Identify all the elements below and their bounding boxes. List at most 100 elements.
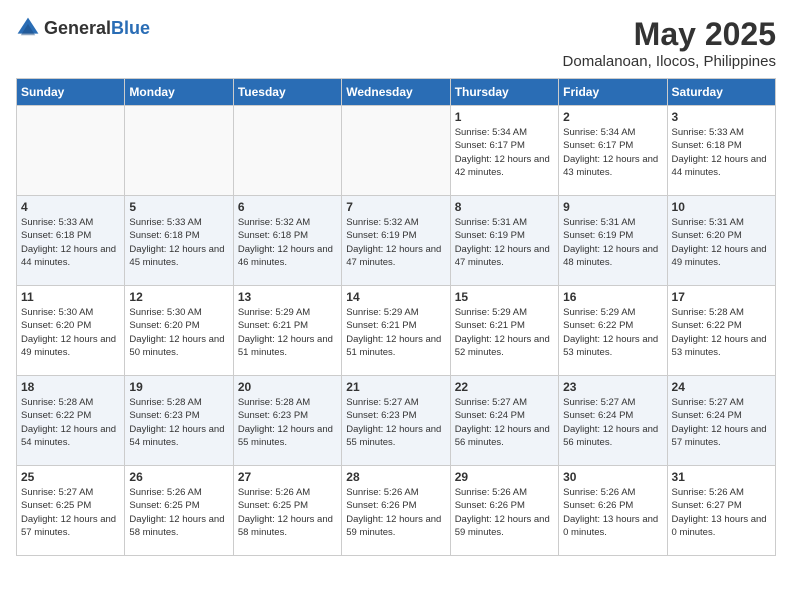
- calendar-cell: 30 Sunrise: 5:26 AM Sunset: 6:26 PM Dayli…: [559, 466, 667, 556]
- weekday-header-sunday: Sunday: [17, 79, 125, 106]
- day-number: 7: [346, 200, 445, 214]
- month-year-title: May 2025: [563, 16, 776, 53]
- calendar-cell: 9 Sunrise: 5:31 AM Sunset: 6:19 PM Daylig…: [559, 196, 667, 286]
- cell-info: Sunrise: 5:34 AM Sunset: 6:17 PM Dayligh…: [563, 126, 662, 179]
- cell-info: Sunrise: 5:33 AM Sunset: 6:18 PM Dayligh…: [21, 216, 120, 269]
- cell-info: Sunrise: 5:26 AM Sunset: 6:26 PM Dayligh…: [563, 486, 662, 539]
- day-number: 24: [672, 380, 771, 394]
- cell-info: Sunrise: 5:32 AM Sunset: 6:19 PM Dayligh…: [346, 216, 445, 269]
- cell-info: Sunrise: 5:28 AM Sunset: 6:23 PM Dayligh…: [238, 396, 337, 449]
- calendar-cell: 8 Sunrise: 5:31 AM Sunset: 6:19 PM Daylig…: [450, 196, 558, 286]
- cell-info: Sunrise: 5:28 AM Sunset: 6:22 PM Dayligh…: [672, 306, 771, 359]
- day-number: 28: [346, 470, 445, 484]
- calendar-cell: 15 Sunrise: 5:29 AM Sunset: 6:21 PM Dayli…: [450, 286, 558, 376]
- cell-info: Sunrise: 5:26 AM Sunset: 6:27 PM Dayligh…: [672, 486, 771, 539]
- cell-info: Sunrise: 5:31 AM Sunset: 6:20 PM Dayligh…: [672, 216, 771, 269]
- day-number: 19: [129, 380, 228, 394]
- calendar-cell: 27 Sunrise: 5:26 AM Sunset: 6:25 PM Dayli…: [233, 466, 341, 556]
- cell-info: Sunrise: 5:26 AM Sunset: 6:25 PM Dayligh…: [129, 486, 228, 539]
- cell-info: Sunrise: 5:27 AM Sunset: 6:24 PM Dayligh…: [455, 396, 554, 449]
- day-number: 1: [455, 110, 554, 124]
- cell-info: Sunrise: 5:29 AM Sunset: 6:22 PM Dayligh…: [563, 306, 662, 359]
- day-number: 30: [563, 470, 662, 484]
- weekday-header-wednesday: Wednesday: [342, 79, 450, 106]
- cell-info: Sunrise: 5:28 AM Sunset: 6:23 PM Dayligh…: [129, 396, 228, 449]
- calendar-table: SundayMondayTuesdayWednesdayThursdayFrid…: [16, 78, 776, 556]
- day-number: 12: [129, 290, 228, 304]
- calendar-cell: 25Sunrise: 5:27 AM Sunset: 6:25 PM Dayli…: [17, 466, 125, 556]
- calendar-cell: [233, 106, 341, 196]
- day-number: 21: [346, 380, 445, 394]
- logo-icon: [16, 16, 40, 40]
- calendar-cell: 22 Sunrise: 5:27 AM Sunset: 6:24 PM Dayli…: [450, 376, 558, 466]
- cell-info: Sunrise: 5:30 AM Sunset: 6:20 PM Dayligh…: [129, 306, 228, 359]
- day-number: 13: [238, 290, 337, 304]
- cell-info: Sunrise: 5:31 AM Sunset: 6:19 PM Dayligh…: [455, 216, 554, 269]
- day-number: 20: [238, 380, 337, 394]
- calendar-cell: 13 Sunrise: 5:29 AM Sunset: 6:21 PM Dayli…: [233, 286, 341, 376]
- day-number: 31: [672, 470, 771, 484]
- calendar-cell: [125, 106, 233, 196]
- day-number: 16: [563, 290, 662, 304]
- day-number: 23: [563, 380, 662, 394]
- calendar-cell: 31 Sunrise: 5:26 AM Sunset: 6:27 PM Dayli…: [667, 466, 775, 556]
- calendar-cell: 5Sunrise: 5:33 AM Sunset: 6:18 PM Daylig…: [125, 196, 233, 286]
- calendar-cell: 20 Sunrise: 5:28 AM Sunset: 6:23 PM Dayli…: [233, 376, 341, 466]
- weekday-header-monday: Monday: [125, 79, 233, 106]
- page-header: GeneralBlue May 2025 Domalanoan, Ilocos,…: [16, 16, 776, 70]
- calendar-cell: 10 Sunrise: 5:31 AM Sunset: 6:20 PM Dayli…: [667, 196, 775, 286]
- day-number: 11: [21, 290, 120, 304]
- day-number: 2: [563, 110, 662, 124]
- calendar-cell: 16 Sunrise: 5:29 AM Sunset: 6:22 PM Dayli…: [559, 286, 667, 376]
- calendar-cell: 1 Sunrise: 5:34 AM Sunset: 6:17 PM Daylig…: [450, 106, 558, 196]
- title-block: May 2025 Domalanoan, Ilocos, Philippines: [563, 16, 776, 70]
- calendar-cell: 17Sunrise: 5:28 AM Sunset: 6:22 PM Dayli…: [667, 286, 775, 376]
- weekday-header-friday: Friday: [559, 79, 667, 106]
- day-number: 10: [672, 200, 771, 214]
- weekday-header-saturday: Saturday: [667, 79, 775, 106]
- cell-info: Sunrise: 5:27 AM Sunset: 6:23 PM Dayligh…: [346, 396, 445, 449]
- day-number: 9: [563, 200, 662, 214]
- calendar-cell: 28 Sunrise: 5:26 AM Sunset: 6:26 PM Dayli…: [342, 466, 450, 556]
- day-number: 25: [21, 470, 120, 484]
- cell-info: Sunrise: 5:26 AM Sunset: 6:26 PM Dayligh…: [346, 486, 445, 539]
- cell-info: Sunrise: 5:33 AM Sunset: 6:18 PM Dayligh…: [672, 126, 771, 179]
- logo-text-general: General: [44, 18, 111, 38]
- calendar-week-row: 1 Sunrise: 5:34 AM Sunset: 6:17 PM Daylig…: [17, 106, 776, 196]
- calendar-cell: 4 Sunrise: 5:33 AM Sunset: 6:18 PM Daylig…: [17, 196, 125, 286]
- cell-info: Sunrise: 5:29 AM Sunset: 6:21 PM Dayligh…: [455, 306, 554, 359]
- day-number: 27: [238, 470, 337, 484]
- weekday-header-tuesday: Tuesday: [233, 79, 341, 106]
- calendar-cell: 2 Sunrise: 5:34 AM Sunset: 6:17 PM Daylig…: [559, 106, 667, 196]
- calendar-week-row: 11 Sunrise: 5:30 AM Sunset: 6:20 PM Dayli…: [17, 286, 776, 376]
- weekday-header-row: SundayMondayTuesdayWednesdayThursdayFrid…: [17, 79, 776, 106]
- calendar-cell: 29Sunrise: 5:26 AM Sunset: 6:26 PM Dayli…: [450, 466, 558, 556]
- day-number: 15: [455, 290, 554, 304]
- cell-info: Sunrise: 5:26 AM Sunset: 6:26 PM Dayligh…: [455, 486, 554, 539]
- calendar-cell: 14 Sunrise: 5:29 AM Sunset: 6:21 PM Dayli…: [342, 286, 450, 376]
- cell-info: Sunrise: 5:27 AM Sunset: 6:24 PM Dayligh…: [563, 396, 662, 449]
- calendar-week-row: 18Sunrise: 5:28 AM Sunset: 6:22 PM Dayli…: [17, 376, 776, 466]
- day-number: 22: [455, 380, 554, 394]
- calendar-cell: 21 Sunrise: 5:27 AM Sunset: 6:23 PM Dayli…: [342, 376, 450, 466]
- cell-info: Sunrise: 5:29 AM Sunset: 6:21 PM Dayligh…: [238, 306, 337, 359]
- day-number: 8: [455, 200, 554, 214]
- day-number: 4: [21, 200, 120, 214]
- calendar-cell: 26 Sunrise: 5:26 AM Sunset: 6:25 PM Dayli…: [125, 466, 233, 556]
- day-number: 3: [672, 110, 771, 124]
- calendar-cell: 7 Sunrise: 5:32 AM Sunset: 6:19 PM Daylig…: [342, 196, 450, 286]
- cell-info: Sunrise: 5:27 AM Sunset: 6:24 PM Dayligh…: [672, 396, 771, 449]
- calendar-week-row: 4 Sunrise: 5:33 AM Sunset: 6:18 PM Daylig…: [17, 196, 776, 286]
- cell-info: Sunrise: 5:29 AM Sunset: 6:21 PM Dayligh…: [346, 306, 445, 359]
- day-number: 14: [346, 290, 445, 304]
- cell-info: Sunrise: 5:31 AM Sunset: 6:19 PM Dayligh…: [563, 216, 662, 269]
- weekday-header-thursday: Thursday: [450, 79, 558, 106]
- calendar-cell: 18Sunrise: 5:28 AM Sunset: 6:22 PM Dayli…: [17, 376, 125, 466]
- calendar-cell: [17, 106, 125, 196]
- cell-info: Sunrise: 5:26 AM Sunset: 6:25 PM Dayligh…: [238, 486, 337, 539]
- day-number: 26: [129, 470, 228, 484]
- cell-info: Sunrise: 5:33 AM Sunset: 6:18 PM Dayligh…: [129, 216, 228, 269]
- cell-info: Sunrise: 5:34 AM Sunset: 6:17 PM Dayligh…: [455, 126, 554, 179]
- day-number: 6: [238, 200, 337, 214]
- cell-info: Sunrise: 5:32 AM Sunset: 6:18 PM Dayligh…: [238, 216, 337, 269]
